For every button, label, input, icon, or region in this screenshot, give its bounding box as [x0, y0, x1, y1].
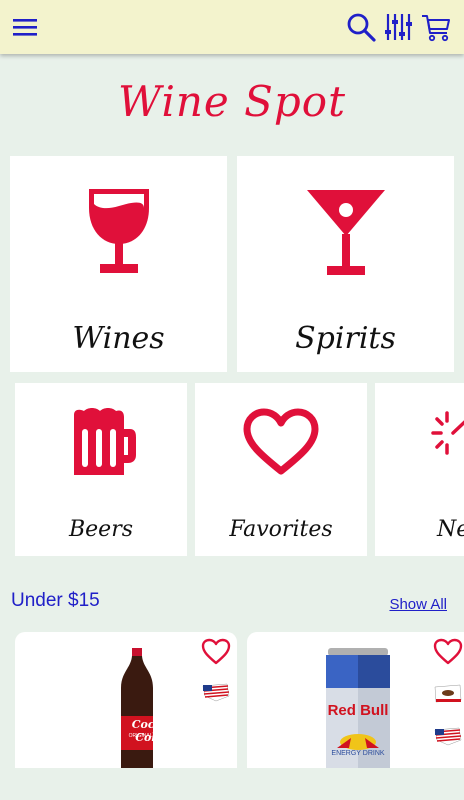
- cocktail-glass-icon: [307, 190, 385, 275]
- product-brand-text: Coca-Cola: [131, 718, 167, 744]
- heart-outline-icon[interactable]: [201, 638, 231, 666]
- category-card-wines[interactable]: Wines: [10, 156, 227, 372]
- hamburger-menu-icon[interactable]: [10, 12, 40, 42]
- category-card-new[interactable]: Ne: [375, 383, 464, 556]
- show-all-link[interactable]: Show All: [389, 596, 447, 613]
- heart-outline-icon[interactable]: [433, 638, 463, 666]
- bottom-overlay: [0, 768, 464, 800]
- category-label-spirits: Spirits: [295, 321, 396, 356]
- category-card-favorites[interactable]: Favorites: [195, 383, 367, 556]
- california-flag-icon: [434, 684, 462, 703]
- us-flag-icon: [202, 683, 230, 702]
- us-flag-icon: [434, 727, 462, 746]
- category-card-spirits[interactable]: Spirits: [237, 156, 454, 372]
- section-title: Under $15: [11, 590, 100, 611]
- filter-sliders-icon[interactable]: [383, 12, 413, 42]
- coca-cola-bottle-image: [121, 648, 153, 768]
- app-title: Wine Spot: [118, 77, 346, 126]
- category-label-beers: Beers: [68, 517, 133, 542]
- sparkle-icon: [431, 411, 464, 455]
- top-app-bar: [0, 0, 464, 54]
- category-card-beers[interactable]: Beers: [15, 383, 187, 556]
- product-sub-text: ORIGINAL TASTE: [128, 733, 170, 739]
- category-label-favorites: Favorites: [229, 517, 333, 542]
- category-label-wines: Wines: [72, 321, 165, 356]
- product-sub-text: ENERGY DRINK: [331, 750, 385, 757]
- product-brand-text: Red Bull: [327, 702, 389, 719]
- beer-mug-icon: [74, 408, 136, 475]
- search-icon[interactable]: [346, 12, 376, 42]
- heart-icon: [243, 408, 319, 475]
- shopping-cart-icon[interactable]: [421, 12, 451, 42]
- wine-glass-icon: [89, 189, 149, 273]
- category-label-new: Ne: [437, 517, 464, 542]
